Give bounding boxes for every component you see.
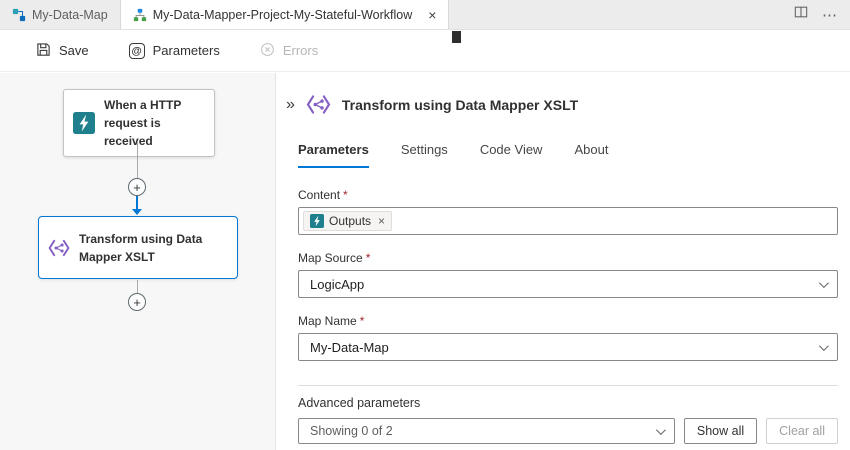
chevron-down-icon bbox=[819, 341, 829, 351]
parameters-form: Content* Outputs × Map Source* LogicApp bbox=[298, 188, 838, 361]
more-actions-icon[interactable]: ⋯ bbox=[822, 6, 838, 24]
map-name-dropdown[interactable]: My-Data-Map bbox=[298, 333, 838, 361]
panel-header: » Transform using Data Mapper XSLT bbox=[286, 91, 838, 118]
tab-code-view[interactable]: Code View bbox=[480, 142, 543, 168]
save-button[interactable]: Save bbox=[36, 42, 89, 60]
map-source-value: LogicApp bbox=[310, 277, 364, 292]
advanced-parameters-value: Showing 0 of 2 bbox=[310, 424, 393, 438]
trigger-card[interactable]: When a HTTP request is received bbox=[63, 89, 215, 157]
divider bbox=[298, 385, 838, 386]
add-action-end-button[interactable]: + bbox=[128, 293, 146, 311]
collapse-panel-icon[interactable]: » bbox=[286, 97, 295, 113]
tab-label: My-Data-Mapper-Project-My-Stateful-Workf… bbox=[153, 8, 413, 22]
chevron-down-icon bbox=[656, 425, 666, 435]
required-asterisk: * bbox=[366, 251, 371, 265]
content-label-text: Content bbox=[298, 188, 340, 202]
errors-button[interactable]: Errors bbox=[260, 42, 318, 60]
operation-panel: » Transform using Data Mapper XSLT Param… bbox=[276, 73, 850, 450]
data-map-file-icon bbox=[12, 8, 26, 22]
tab-bar-actions: ⋯ bbox=[794, 0, 850, 29]
action-card[interactable]: Transform using Data Mapper XSLT bbox=[38, 216, 238, 279]
save-icon bbox=[36, 42, 51, 60]
data-mapper-icon bbox=[305, 91, 332, 118]
tab-my-data-map[interactable]: My-Data-Map bbox=[0, 0, 121, 29]
parameters-label: Parameters bbox=[153, 43, 220, 58]
trigger-card-label: When a HTTP request is received bbox=[104, 96, 206, 150]
add-action-between-button[interactable]: + bbox=[128, 178, 146, 196]
connector-line bbox=[137, 280, 138, 293]
tab-about[interactable]: About bbox=[574, 142, 608, 168]
map-name-value: My-Data-Map bbox=[310, 340, 389, 355]
action-card-label: Transform using Data Mapper XSLT bbox=[79, 230, 229, 266]
main-area: When a HTTP request is received + Transf… bbox=[0, 73, 850, 450]
advanced-parameters-dropdown[interactable]: Showing 0 of 2 bbox=[298, 418, 675, 444]
token-label: Outputs bbox=[329, 214, 371, 228]
advanced-parameters-row: Showing 0 of 2 Show all Clear all bbox=[298, 418, 838, 444]
editor-tab-bar: My-Data-Map My-Data-Mapper-Project-My-St… bbox=[0, 0, 850, 30]
tab-settings[interactable]: Settings bbox=[401, 142, 448, 168]
tab-workflow[interactable]: My-Data-Mapper-Project-My-Stateful-Workf… bbox=[121, 0, 450, 29]
content-input[interactable]: Outputs × bbox=[298, 207, 838, 235]
errors-label: Errors bbox=[283, 43, 318, 58]
panel-title: Transform using Data Mapper XSLT bbox=[342, 97, 578, 113]
panel-tab-bar: Parameters Settings Code View About bbox=[298, 142, 838, 168]
workflow-canvas[interactable]: When a HTTP request is received + Transf… bbox=[0, 73, 276, 450]
map-source-label-text: Map Source bbox=[298, 251, 363, 265]
outputs-token[interactable]: Outputs × bbox=[303, 211, 392, 231]
save-label: Save bbox=[59, 43, 89, 58]
map-source-label: Map Source* bbox=[298, 251, 838, 265]
chevron-down-icon bbox=[819, 278, 829, 288]
map-name-label-text: Map Name bbox=[298, 314, 357, 328]
connector-line bbox=[137, 141, 138, 178]
remove-token-icon[interactable]: × bbox=[378, 215, 385, 227]
http-request-icon bbox=[72, 111, 96, 135]
map-source-dropdown[interactable]: LogicApp bbox=[298, 270, 838, 298]
advanced-parameters-label: Advanced parameters bbox=[298, 396, 838, 410]
workflow-file-icon bbox=[133, 8, 147, 22]
connector-arrowhead-icon bbox=[132, 209, 142, 215]
close-tab-icon[interactable]: × bbox=[428, 8, 436, 22]
http-request-icon bbox=[310, 214, 324, 228]
connector-arrow-line bbox=[136, 196, 138, 210]
tab-parameters[interactable]: Parameters bbox=[298, 142, 369, 168]
required-asterisk: * bbox=[360, 314, 365, 328]
data-mapper-icon bbox=[47, 236, 71, 260]
required-asterisk: * bbox=[343, 188, 348, 202]
split-editor-icon[interactable] bbox=[794, 5, 808, 24]
error-circle-icon bbox=[260, 42, 275, 60]
parameters-icon: @ bbox=[129, 43, 145, 59]
clear-all-button[interactable]: Clear all bbox=[766, 418, 838, 444]
show-all-button[interactable]: Show all bbox=[684, 418, 757, 444]
screen-artifact bbox=[452, 31, 461, 43]
parameters-button[interactable]: @ Parameters bbox=[129, 43, 220, 59]
designer-toolbar: Save @ Parameters Errors bbox=[0, 30, 850, 72]
content-label: Content* bbox=[298, 188, 838, 202]
tab-label: My-Data-Map bbox=[32, 8, 108, 22]
map-name-label: Map Name* bbox=[298, 314, 838, 328]
